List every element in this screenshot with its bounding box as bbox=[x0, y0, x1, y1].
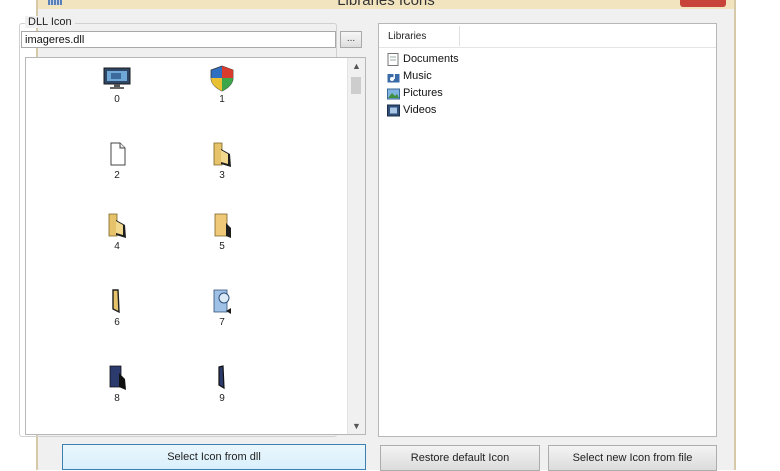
libraries-header-label: Libraries bbox=[388, 31, 427, 42]
icon-item[interactable]: 9 bbox=[197, 363, 247, 404]
column-separator bbox=[459, 26, 460, 46]
library-item-label: Pictures bbox=[403, 87, 443, 99]
icon-item[interactable]: 0 bbox=[92, 64, 142, 105]
open-folder-icon bbox=[108, 213, 126, 238]
search-folder-icon bbox=[213, 289, 231, 314]
library-item-label: Documents bbox=[403, 53, 459, 65]
restore-default-icon-button[interactable]: Restore default Icon bbox=[380, 445, 540, 471]
browse-button[interactable]: ... bbox=[340, 31, 362, 48]
scroll-thumb[interactable] bbox=[351, 77, 361, 94]
icon-index: 0 bbox=[114, 94, 120, 105]
icon-item[interactable]: 2 bbox=[92, 140, 142, 181]
icon-item[interactable]: 6 bbox=[92, 287, 142, 328]
dll-icon-group-label: DLL Icon bbox=[25, 16, 75, 28]
select-icon-from-dll-button[interactable]: Select Icon from dll bbox=[62, 444, 366, 470]
icon-index: 1 bbox=[219, 94, 225, 105]
libraries-list[interactable]: Libraries Documents Music Pictures Video… bbox=[378, 23, 717, 437]
title-bar: Libraries Icons bbox=[38, 0, 734, 9]
icon-list-scrollbar[interactable]: ▲ ▼ bbox=[347, 58, 365, 434]
library-item-label: Music bbox=[403, 70, 432, 82]
music-icon bbox=[387, 71, 400, 83]
window-title: Libraries Icons bbox=[337, 0, 435, 9]
icon-item[interactable]: 3 bbox=[197, 140, 247, 181]
libraries-column-header[interactable]: Libraries bbox=[379, 24, 716, 48]
close-button[interactable] bbox=[680, 0, 726, 7]
icon-index: 4 bbox=[114, 241, 120, 252]
icon-index: 3 bbox=[219, 170, 225, 181]
documents-icon bbox=[387, 53, 399, 66]
dll-path-input[interactable] bbox=[21, 31, 336, 48]
icon-list[interactable]: 0 1 2 3 4 5 6 7 8 9 ▲ ▼ bbox=[25, 57, 366, 435]
half-folder-icon bbox=[112, 289, 120, 314]
icon-item[interactable]: 8 bbox=[92, 363, 142, 404]
dark-half-folder-icon bbox=[218, 365, 225, 390]
icon-index: 2 bbox=[114, 170, 120, 181]
shield-icon bbox=[210, 65, 234, 92]
icon-index: 5 bbox=[219, 241, 225, 252]
folder-icon bbox=[214, 213, 231, 238]
icon-index: 6 bbox=[114, 317, 120, 328]
icon-item[interactable]: 7 bbox=[197, 287, 247, 328]
pictures-icon bbox=[387, 88, 400, 100]
icon-index: 7 bbox=[219, 317, 225, 328]
open-folder-icon bbox=[213, 142, 231, 167]
icon-item[interactable]: 4 bbox=[92, 211, 142, 252]
icon-item[interactable]: 5 bbox=[197, 211, 247, 252]
library-item-label: Videos bbox=[403, 104, 437, 116]
scroll-down-icon[interactable]: ▼ bbox=[348, 418, 365, 434]
select-new-icon-from-file-button[interactable]: Select new Icon from file bbox=[548, 445, 717, 471]
blank-document-icon bbox=[110, 142, 126, 166]
dark-folder-icon bbox=[109, 365, 126, 390]
icon-index: 9 bbox=[219, 393, 225, 404]
icon-index: 8 bbox=[114, 393, 120, 404]
scroll-up-icon[interactable]: ▲ bbox=[348, 58, 365, 74]
monitor-icon bbox=[103, 67, 131, 89]
videos-icon bbox=[387, 104, 400, 117]
icon-item[interactable]: 1 bbox=[197, 64, 247, 105]
